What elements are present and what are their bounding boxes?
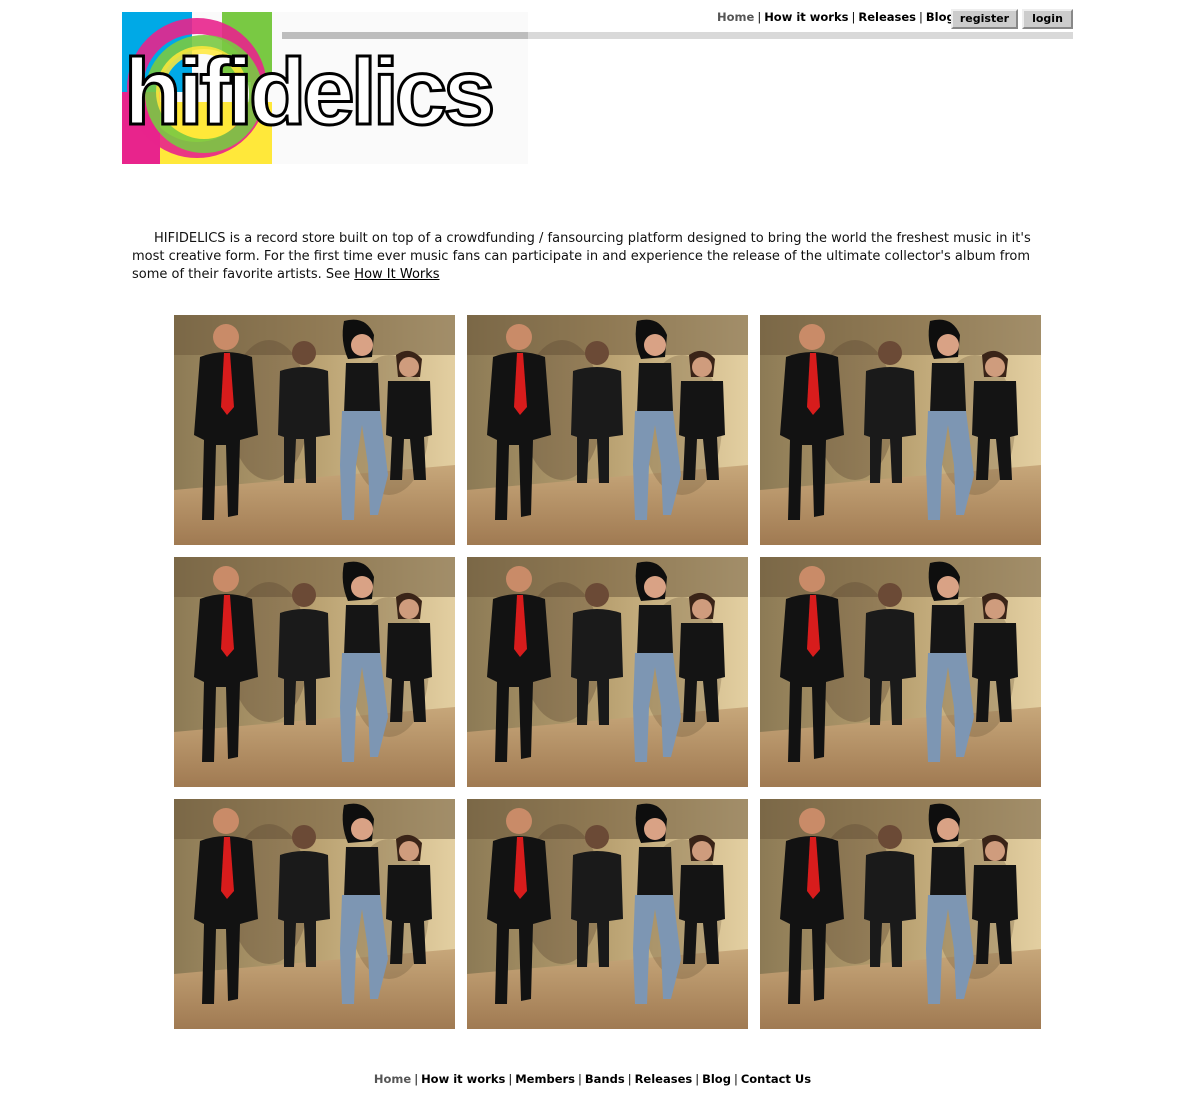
footer-nav-contact-us[interactable]: Contact Us	[741, 1072, 811, 1086]
band-photo-image	[760, 557, 1041, 787]
release-tile[interactable]	[467, 799, 748, 1029]
band-photo-image	[467, 315, 748, 545]
footer-nav-home[interactable]: Home	[374, 1072, 411, 1086]
band-photo-image	[174, 557, 455, 787]
footer-nav-blog[interactable]: Blog	[702, 1072, 731, 1086]
band-photo-image	[174, 799, 455, 1029]
nav-separator: |	[733, 1072, 738, 1086]
band-photo-image	[760, 799, 1041, 1029]
login-button[interactable]: login	[1022, 9, 1073, 29]
footer-nav: Home | How it works | Members | Bands | Releases…	[0, 1072, 1185, 1086]
footer-nav-releases[interactable]: Releases	[635, 1072, 693, 1086]
footer-nav-how-it-works[interactable]: How it works	[421, 1072, 505, 1086]
top-nav-how-it-works[interactable]: How it works	[764, 10, 848, 24]
nav-separator: |	[508, 1072, 513, 1086]
footer-nav-bands[interactable]: Bands	[585, 1072, 625, 1086]
band-photo-image	[467, 557, 748, 787]
release-tile[interactable]	[760, 799, 1041, 1029]
logo-text: hifidelics	[124, 39, 492, 144]
nav-separator: |	[414, 1072, 419, 1086]
footer-nav-members[interactable]: Members	[515, 1072, 575, 1086]
top-nav: Home | How it works | Releases | Blog	[717, 10, 955, 24]
release-tile[interactable]	[467, 315, 748, 545]
nav-separator: |	[695, 1072, 700, 1086]
release-tile[interactable]	[760, 557, 1041, 787]
release-tile[interactable]	[467, 557, 748, 787]
header-bar-dark	[282, 32, 528, 39]
intro-text: HIFIDELICS is a record store built on to…	[132, 231, 1031, 282]
how-it-works-link[interactable]: How It Works	[354, 267, 439, 282]
release-tile[interactable]	[174, 799, 455, 1029]
release-tile[interactable]	[760, 315, 1041, 545]
release-tile[interactable]	[174, 557, 455, 787]
band-photo-image	[174, 315, 455, 545]
band-photo-image	[467, 799, 748, 1029]
nav-separator: |	[919, 10, 923, 24]
top-nav-home[interactable]: Home	[717, 10, 754, 24]
intro-paragraph: HIFIDELICS is a record store built on to…	[132, 230, 1057, 284]
nav-separator: |	[757, 10, 762, 24]
nav-separator: |	[851, 10, 856, 24]
nav-separator: |	[578, 1072, 582, 1086]
nav-separator: |	[627, 1072, 632, 1086]
register-button[interactable]: register	[951, 9, 1018, 29]
release-tile[interactable]	[174, 315, 455, 545]
top-nav-releases[interactable]: Releases	[858, 10, 916, 24]
header-bar-light	[528, 32, 1073, 39]
band-photo-image	[760, 315, 1041, 545]
